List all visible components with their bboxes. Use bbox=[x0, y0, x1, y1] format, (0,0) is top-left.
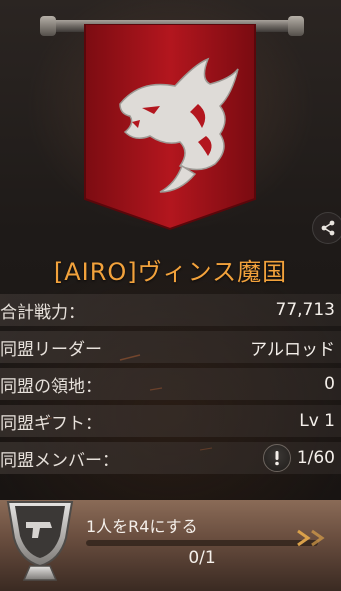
alliance-gift-label: 同盟ギフト： bbox=[0, 413, 102, 434]
exclamation-glyph bbox=[275, 451, 279, 466]
total-power-label: 合計戦力： bbox=[0, 302, 85, 323]
row-alliance-members: 同盟メンバー： 1/60 bbox=[0, 442, 341, 474]
total-power-value: 77,713 bbox=[275, 300, 335, 320]
mission-count: 0/1 bbox=[188, 548, 216, 568]
share-button[interactable] bbox=[312, 212, 341, 244]
row-alliance-territory: 同盟の領地： 0 bbox=[0, 368, 341, 400]
alliance-members-label: 同盟メンバー： bbox=[0, 450, 119, 471]
alliance-info-list: 合計戦力： 77,713 同盟リーダー アルロッド 同盟の領地： 0 同盟ギフト… bbox=[0, 294, 341, 479]
alliance-banner bbox=[0, 0, 341, 250]
mission-label: 1人をR4にする bbox=[86, 517, 198, 536]
row-alliance-leader: 同盟リーダー アルロッド bbox=[0, 331, 341, 363]
share-icon bbox=[321, 220, 335, 236]
rod-cap-right bbox=[288, 16, 304, 36]
alliance-territory-label: 同盟の領地： bbox=[0, 376, 102, 397]
exclamation-icon[interactable] bbox=[262, 444, 291, 472]
chevron-right-double-icon bbox=[297, 529, 325, 547]
trophy-pistol-icon bbox=[6, 501, 74, 581]
alliance-leader-value[interactable]: アルロッド bbox=[250, 335, 335, 360]
alliance-territory-value: 0 bbox=[324, 374, 335, 394]
row-alliance-gift: 同盟ギフト： Lv 1 bbox=[0, 405, 341, 437]
dragon-banner-icon bbox=[84, 24, 256, 231]
alliance-leader-label: 同盟リーダー bbox=[0, 339, 102, 360]
row-total-power: 合計戦力： 77,713 bbox=[0, 294, 341, 326]
alliance-gift-value: Lv 1 bbox=[299, 411, 335, 431]
alliance-name: [AIRO]ヴィンス魔国 bbox=[53, 258, 288, 286]
alliance-members-value: 1/60 bbox=[296, 448, 335, 468]
mission-progress-bar bbox=[86, 540, 318, 546]
rod-cap-left bbox=[40, 16, 56, 36]
alliance-members-value-wrap: 1/60 bbox=[262, 444, 335, 472]
